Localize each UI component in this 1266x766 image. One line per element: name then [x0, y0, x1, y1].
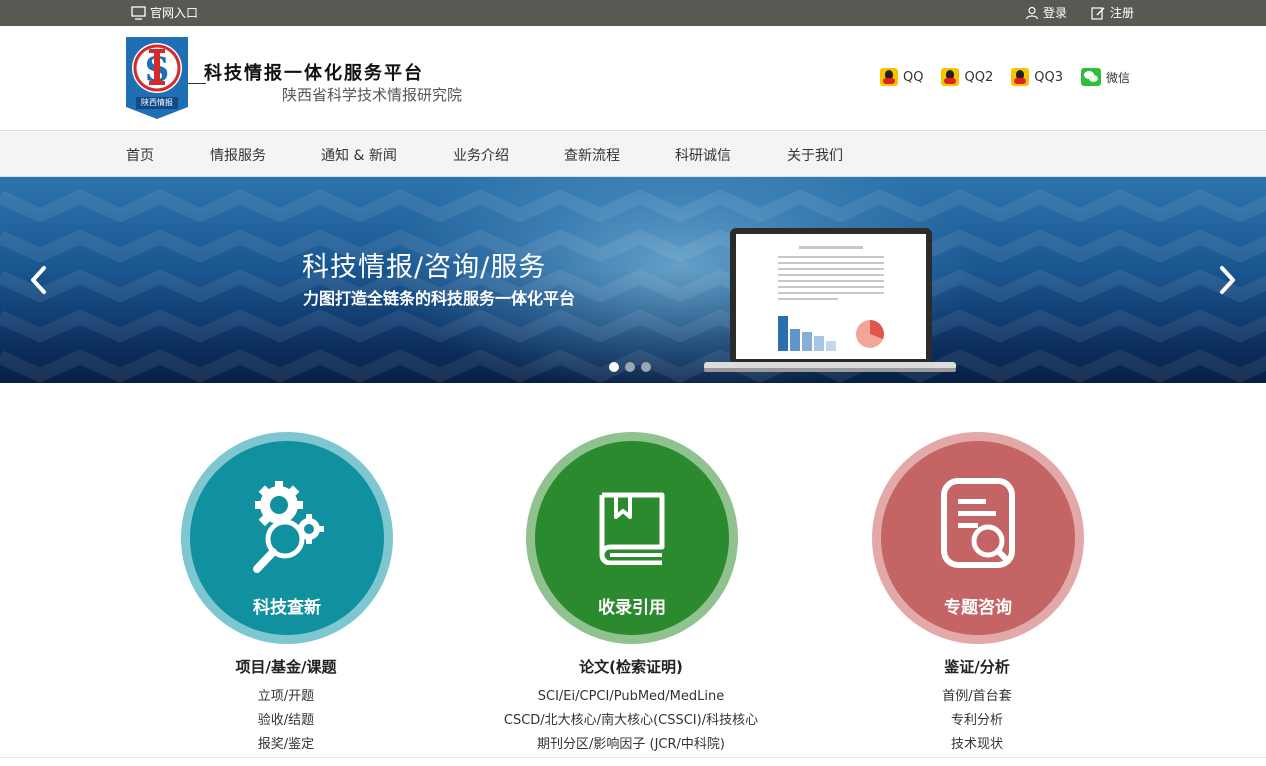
nav-item-home[interactable]: 首页 [126, 145, 210, 165]
monitor-icon [131, 5, 146, 20]
service-circle[interactable]: 收录引用 [526, 432, 738, 644]
nav-item-intel-services[interactable]: 情报服务 [210, 145, 321, 165]
chevron-right-icon[interactable] [1217, 263, 1239, 297]
register-label: 注册 [1109, 6, 1134, 20]
user-icon [1025, 6, 1039, 19]
portal-label: 官网入口 [150, 6, 199, 20]
service-heading: 鉴证/分析 [944, 658, 1010, 676]
portal-link[interactable]: 官网入口 [131, 4, 198, 21]
contact-qq2[interactable]: QQ2 [941, 68, 993, 86]
contact-label: QQ [903, 69, 924, 85]
service-circle[interactable]: 专题咨询 [872, 432, 1084, 644]
main-nav: 首页 情报服务 通知 & 新闻 业务介绍 查新流程 科研诚信 关于我们 [0, 132, 1266, 177]
site-subtitle: 陕西省科学技术情报研究院 [282, 86, 463, 104]
hero-banner: 科技情报/咨询/服务 力图打造全链条的科技服务一体化平台 [0, 177, 1266, 383]
nav-item-process[interactable]: 查新流程 [564, 145, 675, 165]
service-label: 科技查新 [253, 598, 321, 618]
service-items: 立项/开题 验收/结题 报奖/鉴定 [106, 685, 466, 757]
contact-label: QQ3 [1034, 69, 1063, 85]
carousel-dot-1[interactable] [609, 362, 619, 372]
service-item[interactable]: SCI/Ei/CPCI/PubMed/MedLine [451, 685, 811, 709]
login-label: 登录 [1042, 6, 1067, 20]
qq-icon [1011, 68, 1030, 86]
service-heading: 项目/基金/课题 [235, 658, 337, 676]
service-item[interactable]: 立项/开题 [106, 685, 466, 709]
nav-item-business[interactable]: 业务介绍 [453, 145, 564, 165]
service-item[interactable]: 验收/结题 [106, 709, 466, 733]
service-label: 收录引用 [598, 598, 666, 618]
service-item[interactable]: 技术现状 [797, 733, 1157, 757]
laptop-illustration [704, 228, 956, 372]
service-item[interactable]: 专利分析 [797, 709, 1157, 733]
site-header: S 陕西情报 科技情报一体化服务平台 陕西省科学技术情报研究院 QQ QQ2 Q… [0, 26, 1266, 131]
nav-item-about[interactable]: 关于我们 [787, 145, 843, 165]
contact-qq[interactable]: QQ [880, 68, 923, 86]
edit-icon [1091, 6, 1105, 20]
register-link[interactable]: 注册 [1091, 4, 1134, 21]
service-item[interactable]: 期刊分区/影响因子 (JCR/中科院) [451, 733, 811, 757]
nav-item-news[interactable]: 通知 & 新闻 [321, 145, 453, 165]
banner-pattern [0, 189, 1266, 383]
service-heading: 论文(检索证明) [579, 658, 683, 676]
banner-subtitle: 力图打造全链条的科技服务一体化平台 [303, 289, 576, 308]
contact-wechat[interactable]: 微信 [1080, 68, 1130, 86]
login-link[interactable]: 登录 [1025, 4, 1067, 21]
qq-icon [880, 68, 899, 86]
contact-label: QQ2 [964, 69, 994, 85]
gears-search-icon [253, 481, 324, 573]
contact-label: 微信 [1105, 70, 1130, 85]
nav-item-integrity[interactable]: 科研诚信 [675, 145, 787, 165]
service-label: 专题咨询 [944, 598, 1012, 618]
carousel-dot-2[interactable] [625, 362, 635, 372]
book-icon [599, 492, 665, 565]
qq-icon [941, 68, 960, 86]
site-title: 科技情报一体化服务平台 [204, 63, 424, 84]
banner-title: 科技情报/咨询/服务 [302, 252, 547, 283]
service-items: SCI/Ei/CPCI/PubMed/MedLine CSCD/北大核心/南大核… [451, 685, 811, 757]
site-logo[interactable]: S 陕西情报 [126, 37, 188, 119]
carousel-dots [609, 362, 651, 372]
section-divider [0, 757, 1266, 758]
service-item[interactable]: CSCD/北大核心/南大核心(CSSCI)/科技核心 [451, 709, 811, 733]
wechat-icon [1080, 68, 1101, 86]
chevron-left-icon[interactable] [27, 263, 49, 297]
carousel-dot-3[interactable] [641, 362, 651, 372]
service-circle[interactable]: 科技查新 [181, 432, 393, 644]
service-items: 首例/首台套 专利分析 技术现状 [797, 685, 1157, 757]
service-item[interactable]: 报奖/鉴定 [106, 733, 466, 757]
logo-text: 陕西情报 [141, 98, 173, 107]
service-item[interactable]: 首例/首台套 [797, 685, 1157, 709]
document-search-icon [941, 478, 1015, 568]
contact-links: QQ QQ2 QQ3 微信 [880, 68, 1130, 86]
top-bar: 官网入口 登录 注册 [0, 0, 1266, 26]
contact-qq3[interactable]: QQ3 [1011, 68, 1063, 86]
